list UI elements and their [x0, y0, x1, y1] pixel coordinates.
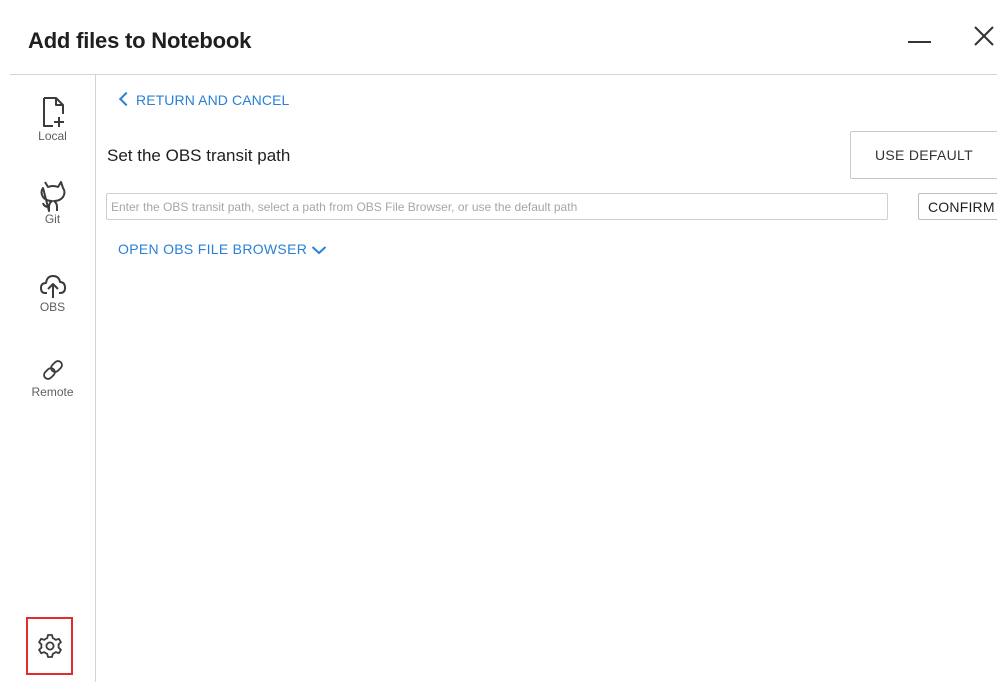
sidebar-item-label: Local	[38, 129, 67, 143]
open-obs-file-browser-toggle[interactable]: OPEN OBS FILE BROWSER	[118, 241, 327, 257]
use-default-button[interactable]: USE DEFAULT	[850, 131, 997, 179]
close-button[interactable]	[972, 24, 997, 64]
close-icon	[974, 26, 994, 46]
sidebar-item-remote[interactable]: Remote	[10, 355, 95, 425]
return-link-label: RETURN AND CANCEL	[136, 92, 290, 108]
confirm-button[interactable]: CONFIRM	[918, 193, 997, 220]
settings-button[interactable]	[26, 617, 73, 675]
cloud-upload-icon	[39, 275, 66, 298]
gear-icon	[38, 634, 62, 658]
dialog-header: Add files to Notebook	[0, 0, 997, 75]
return-and-cancel-link[interactable]: RETURN AND CANCEL	[118, 91, 290, 108]
file-add-icon	[42, 97, 64, 127]
chevron-down-icon	[311, 246, 327, 255]
minimize-icon	[908, 41, 931, 43]
sidebar-item-git[interactable]: Git	[10, 178, 95, 248]
open-browser-label: OPEN OBS FILE BROWSER	[118, 241, 308, 257]
section-title: Set the OBS transit path	[107, 146, 291, 165]
sidebar-item-label: Remote	[31, 385, 74, 399]
sidebar-item-label: OBS	[39, 300, 66, 314]
sidebar-item-label: Git	[44, 212, 61, 226]
chevron-left-icon	[118, 91, 134, 107]
dialog-title: Add files to Notebook	[28, 28, 252, 53]
header-divider	[10, 74, 997, 75]
source-sidebar: Local Git OBS Remote	[10, 75, 96, 682]
minimize-button[interactable]	[900, 22, 940, 62]
link-icon	[42, 360, 63, 380]
add-files-dialog: Add files to Notebook Local Git OBS Remo…	[0, 0, 997, 682]
sidebar-item-obs[interactable]: OBS	[10, 270, 95, 340]
obs-path-input[interactable]	[106, 193, 888, 220]
github-icon	[40, 181, 65, 212]
sidebar-item-local[interactable]: Local	[10, 95, 95, 165]
